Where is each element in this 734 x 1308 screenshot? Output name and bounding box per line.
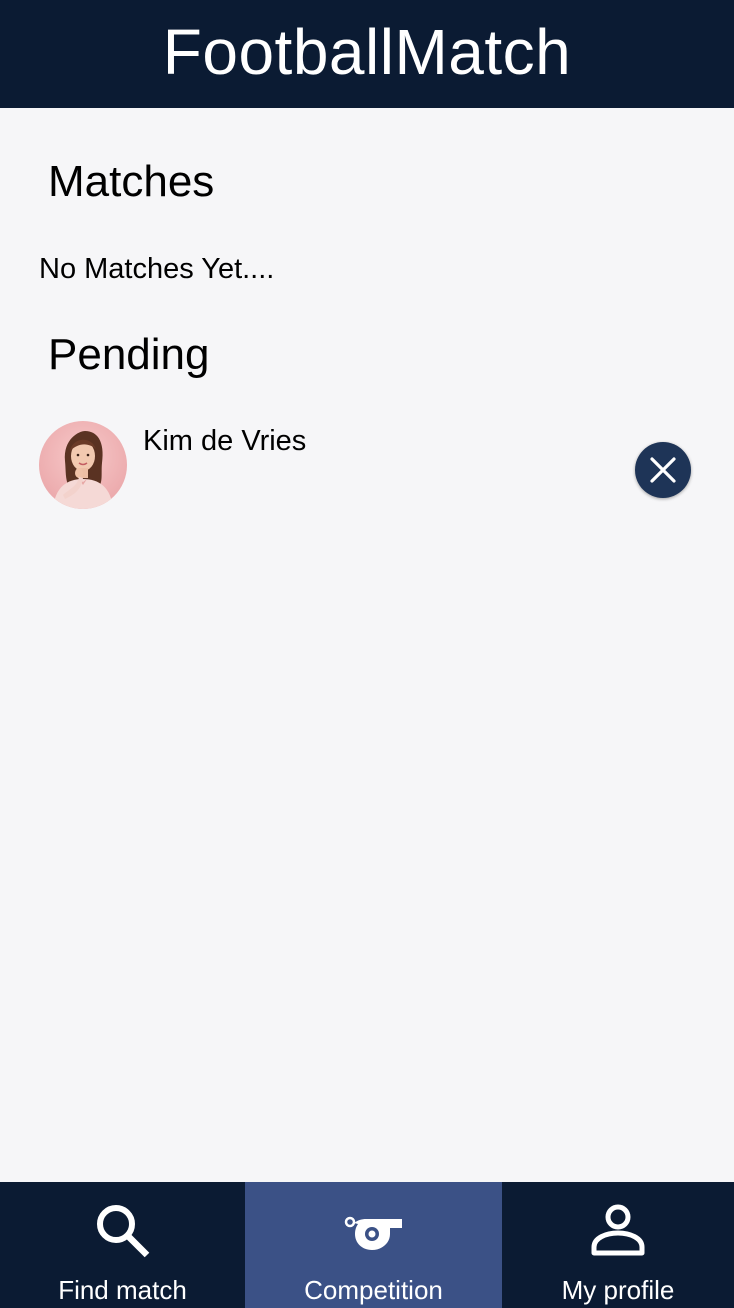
nav-find-match[interactable]: Find match — [0, 1182, 245, 1308]
app-title: FootballMatch — [162, 16, 572, 88]
pending-user-name: Kim de Vries — [143, 425, 307, 457]
remove-pending-button[interactable] — [635, 442, 691, 498]
avatar — [39, 421, 127, 509]
profile-photo-icon — [53, 431, 113, 509]
nav-my-profile-label: My profile — [561, 1275, 675, 1305]
nav-find-match-label: Find match — [58, 1275, 187, 1305]
nav-my-profile[interactable]: My profile — [502, 1182, 734, 1308]
pending-section-title: Pending — [48, 330, 210, 379]
pending-list-item[interactable]: Kim de Vries — [39, 421, 695, 511]
whistle-icon — [344, 1202, 404, 1260]
nav-competition-label: Competition — [304, 1275, 443, 1305]
app-root: FootballMatch Matches No Matches Yet....… — [0, 0, 734, 1308]
matches-section-title: Matches — [48, 157, 215, 206]
no-matches-text: No Matches Yet.... — [39, 253, 275, 285]
nav-competition[interactable]: Competition — [245, 1182, 502, 1308]
close-icon — [650, 457, 676, 483]
person-icon — [589, 1202, 647, 1260]
search-icon — [94, 1202, 152, 1260]
app-header: FootballMatch — [0, 0, 734, 108]
bottom-navigation: Find match Competition My profile — [0, 1182, 734, 1308]
